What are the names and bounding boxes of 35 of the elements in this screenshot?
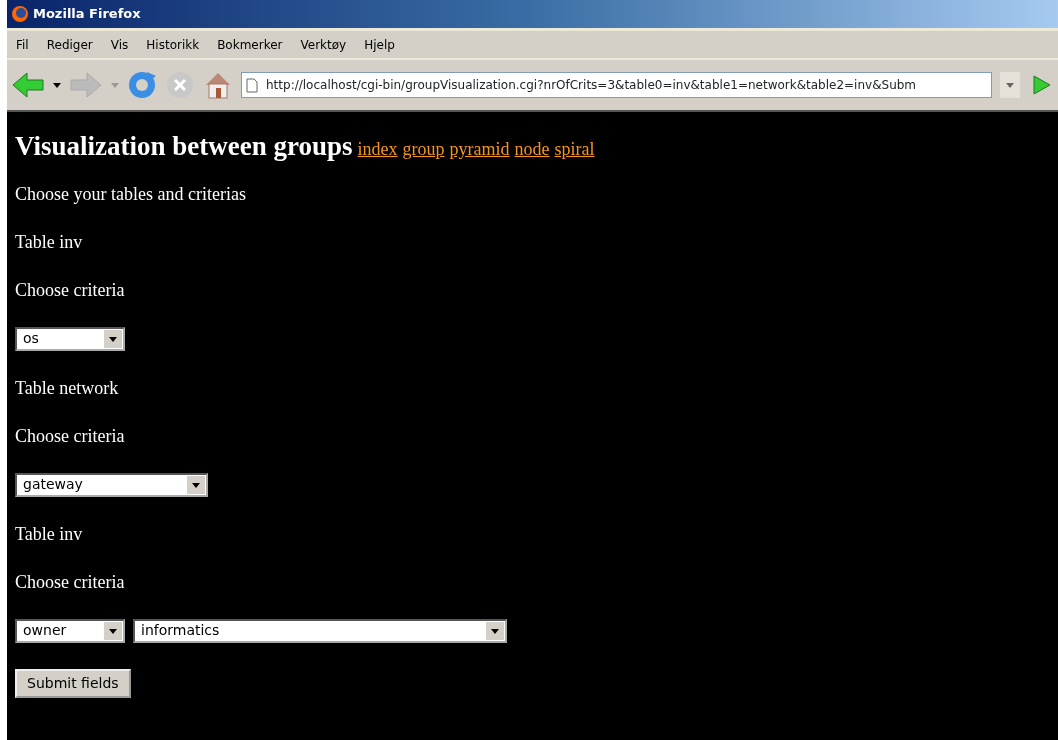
- nav-link[interactable]: pyramid: [449, 136, 510, 163]
- table-label: Table network: [15, 376, 120, 399]
- caret-icon: [187, 475, 205, 494]
- menu-item[interactable]: Historikk: [137, 35, 209, 54]
- nav-link[interactable]: group: [402, 136, 445, 163]
- nav-link[interactable]: index: [357, 136, 398, 163]
- caret-icon: [486, 621, 504, 640]
- dropdown[interactable]: os: [15, 326, 125, 351]
- menu-item[interactable]: Hjelp: [355, 35, 404, 54]
- address-field[interactable]: http://localhost/cgi-bin/groupVisualization.cgi?nrOfCrits=3&table0=inv&table1=network&table2=inv&Subm: [241, 72, 992, 98]
- menu-item[interactable]: Rediger: [37, 35, 102, 54]
- table-label: Table inv: [15, 522, 84, 545]
- nav-link[interactable]: node: [514, 136, 550, 163]
- menu-item[interactable]: Fil: [7, 35, 38, 54]
- caret-icon: [104, 329, 122, 348]
- menu-item[interactable]: Bokmerker: [208, 35, 292, 54]
- menu-item[interactable]: Vis: [101, 35, 138, 54]
- criteria-label: Choose criteria: [15, 278, 126, 301]
- dropdown[interactable]: owner: [15, 618, 125, 643]
- criteria-label: Choose criteria: [15, 424, 126, 447]
- submit-button[interactable]: Submit fields: [15, 668, 131, 698]
- dropdown[interactable]: informatics: [133, 618, 507, 643]
- criteria-label: Choose criteria: [15, 570, 126, 593]
- dropdown[interactable]: gateway: [15, 472, 208, 497]
- table-label: Table inv: [15, 230, 84, 253]
- dropdown-arrow-icon[interactable]: [53, 82, 61, 88]
- caret-icon: [104, 621, 122, 640]
- page-icon: [246, 77, 258, 93]
- page-heading: Visualization between groups: [15, 130, 353, 163]
- nav-link[interactable]: spiral: [554, 136, 595, 163]
- menu-item[interactable]: Verktøy: [291, 35, 356, 54]
- intro-text: Choose your tables and criterias: [15, 182, 247, 205]
- window-title: Mozilla Firefox: [33, 5, 141, 24]
- back-arrow-icon[interactable]: [11, 70, 45, 100]
- reload-icon[interactable]: [127, 70, 157, 100]
